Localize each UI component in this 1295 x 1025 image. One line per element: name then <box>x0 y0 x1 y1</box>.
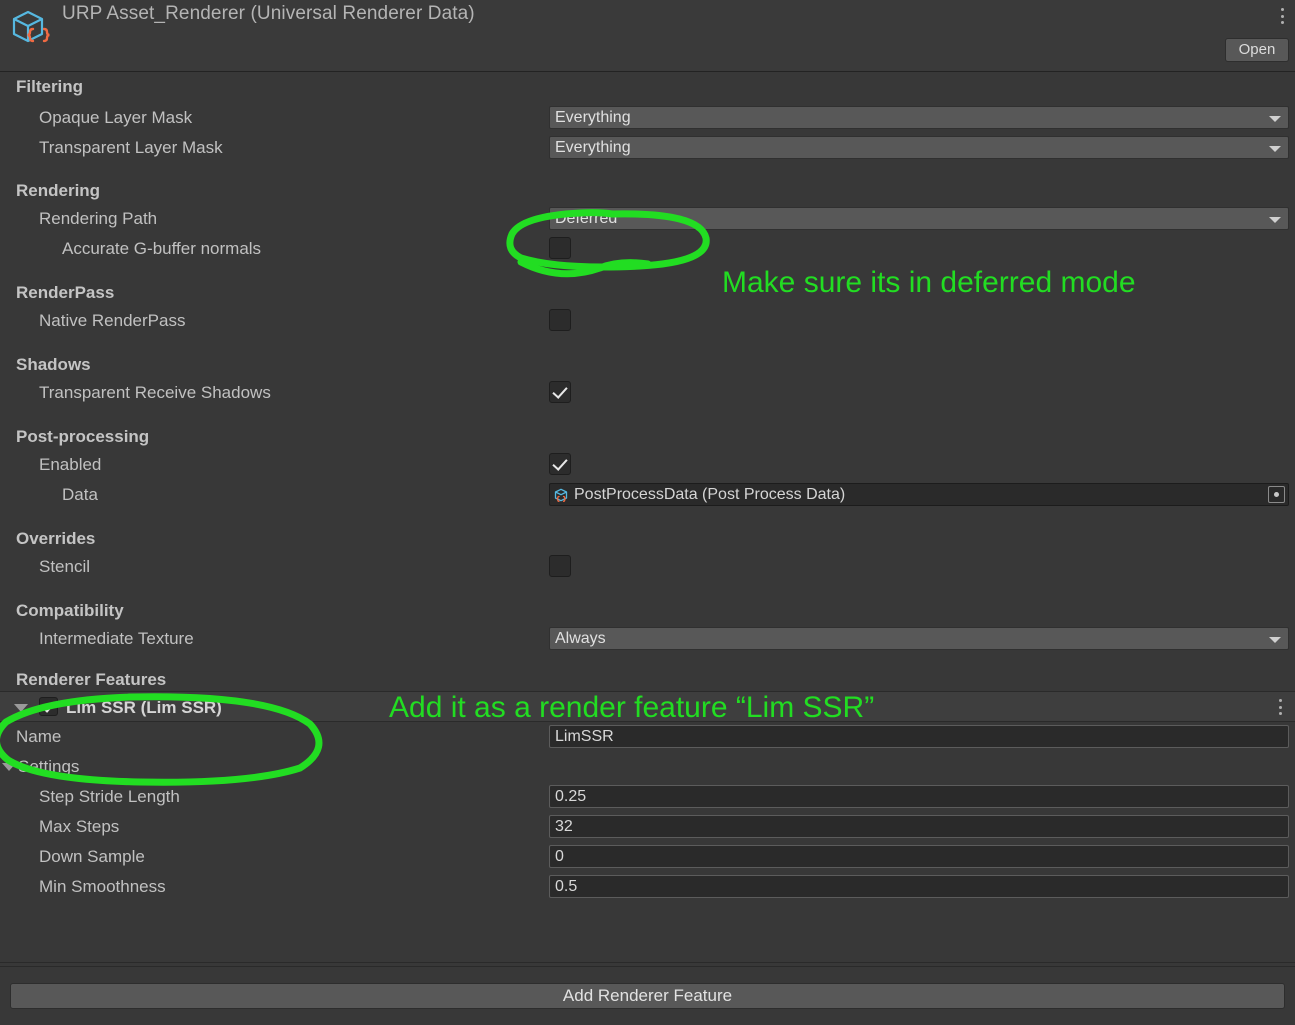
row-transparent-layer-mask: Transparent Layer Mask Everything <box>0 133 1295 163</box>
row-feature-name: Name LimSSR <box>0 722 1295 752</box>
settings-label: Settings <box>18 757 80 776</box>
native-renderpass-checkbox[interactable] <box>549 309 571 331</box>
row-down-sample: Down Sample 0 <box>0 842 1295 872</box>
asset-title: URP Asset_Renderer (Universal Renderer D… <box>62 3 475 24</box>
renderer-feature-title: Lim SSR (Lim SSR) <box>66 698 222 717</box>
input-value: 32 <box>555 818 573 835</box>
row-opaque-layer-mask: Opaque Layer Mask Everything <box>0 103 1295 133</box>
chevron-down-icon <box>1269 637 1281 643</box>
row-post-processing-enabled: Enabled <box>0 450 1295 480</box>
chevron-down-icon <box>1269 146 1281 152</box>
transparent-layer-mask-dropdown[interactable]: Everything <box>549 136 1289 159</box>
row-label: Stencil <box>39 557 91 576</box>
transparent-receive-shadows-checkbox[interactable] <box>549 381 571 403</box>
accurate-gbuffer-normals-checkbox[interactable] <box>549 237 571 259</box>
step-stride-length-input[interactable]: 0.25 <box>549 785 1289 808</box>
max-steps-input[interactable]: 32 <box>549 815 1289 838</box>
dropdown-value: Everything <box>555 139 631 156</box>
stencil-checkbox[interactable] <box>549 555 571 577</box>
row-native-renderpass: Native RenderPass <box>0 306 1295 336</box>
row-label: Max Steps <box>39 817 120 836</box>
feature-name-input[interactable]: LimSSR <box>549 725 1289 748</box>
section-header-post-processing: Post-processing <box>16 427 150 446</box>
scriptable-object-asset-icon <box>553 487 570 504</box>
row-transparent-receive-shadows: Transparent Receive Shadows <box>0 378 1295 408</box>
row-label: Min Smoothness <box>39 877 166 896</box>
row-post-process-data: Data PostProcessData (Post Process Data) <box>0 480 1295 510</box>
divider <box>0 962 1295 963</box>
row-step-stride-length: Step Stride Length 0.25 <box>0 782 1295 812</box>
row-settings-foldout[interactable]: Settings <box>0 752 1295 782</box>
section-header-filtering: Filtering <box>16 77 84 96</box>
input-value: 0.5 <box>555 878 578 895</box>
row-label: Data <box>62 485 98 504</box>
row-label: Native RenderPass <box>39 311 186 330</box>
row-label: Rendering Path <box>39 209 158 228</box>
row-label: Transparent Layer Mask <box>39 138 223 157</box>
opaque-layer-mask-dropdown[interactable]: Everything <box>549 106 1289 129</box>
object-picker-icon[interactable] <box>1268 486 1285 503</box>
object-field-value: PostProcessData (Post Process Data) <box>574 486 846 503</box>
row-min-smoothness: Min Smoothness 0.5 <box>0 872 1295 902</box>
chevron-down-icon <box>1269 116 1281 122</box>
asset-header: URP Asset_Renderer (Universal Renderer D… <box>0 0 1295 72</box>
row-rendering-path: Rendering Path Deferred <box>0 204 1295 234</box>
section-header-overrides: Overrides <box>16 529 96 548</box>
row-accurate-gbuffer-normals: Accurate G-buffer normals <box>0 234 1295 264</box>
input-value: 0 <box>555 848 564 865</box>
kebab-menu-icon[interactable] <box>1275 6 1289 26</box>
section-header-rendering: Rendering <box>16 181 101 200</box>
row-label: Step Stride Length <box>39 787 180 806</box>
open-button[interactable]: Open <box>1225 38 1289 62</box>
input-value: LimSSR <box>555 728 614 745</box>
row-label: Accurate G-buffer normals <box>62 239 262 258</box>
divider <box>0 966 1295 967</box>
row-label: Opaque Layer Mask <box>39 108 193 127</box>
unity-inspector-window: URP Asset_Renderer (Universal Renderer D… <box>0 0 1295 1025</box>
input-value: 0.25 <box>555 788 587 805</box>
row-intermediate-texture: Intermediate Texture Always <box>0 624 1295 654</box>
dropdown-value: Everything <box>555 109 631 126</box>
post-processing-enabled-checkbox[interactable] <box>549 453 571 475</box>
section-header-shadows: Shadows <box>16 355 91 374</box>
row-label: Enabled <box>39 455 102 474</box>
post-process-data-object-field[interactable]: PostProcessData (Post Process Data) <box>549 483 1289 506</box>
annotation-text-feature: Add it as a render feature “Lim SSR” <box>389 691 875 724</box>
inspector-body: Filtering Opaque Layer Mask Everything T… <box>0 72 1295 902</box>
row-label: Down Sample <box>39 847 145 866</box>
dropdown-value: Always <box>555 630 606 647</box>
min-smoothness-input[interactable]: 0.5 <box>549 875 1289 898</box>
chevron-down-icon <box>1269 217 1281 223</box>
annotation-text-deferred: Make sure its in deferred mode <box>722 266 1136 299</box>
dropdown-value: Deferred <box>555 210 618 227</box>
down-sample-input[interactable]: 0 <box>549 845 1289 868</box>
scriptable-object-asset-icon <box>8 6 52 50</box>
kebab-menu-icon[interactable] <box>1273 697 1287 717</box>
section-header-renderer-features: Renderer Features <box>16 670 167 689</box>
row-label: Transparent Receive Shadows <box>39 383 271 402</box>
intermediate-texture-dropdown[interactable]: Always <box>549 627 1289 650</box>
row-max-steps: Max Steps 32 <box>0 812 1295 842</box>
section-header-compatibility: Compatibility <box>16 601 124 620</box>
lim-ssr-enabled-checkbox[interactable] <box>39 697 58 716</box>
row-label: Name <box>16 727 62 746</box>
row-label: Intermediate Texture <box>39 629 194 648</box>
foldout-arrow-icon[interactable] <box>2 763 16 771</box>
add-renderer-feature-button[interactable]: Add Renderer Feature <box>10 983 1285 1009</box>
row-stencil: Stencil <box>0 552 1295 582</box>
rendering-path-dropdown[interactable]: Deferred <box>549 207 1289 230</box>
foldout-arrow-icon[interactable] <box>14 704 28 712</box>
